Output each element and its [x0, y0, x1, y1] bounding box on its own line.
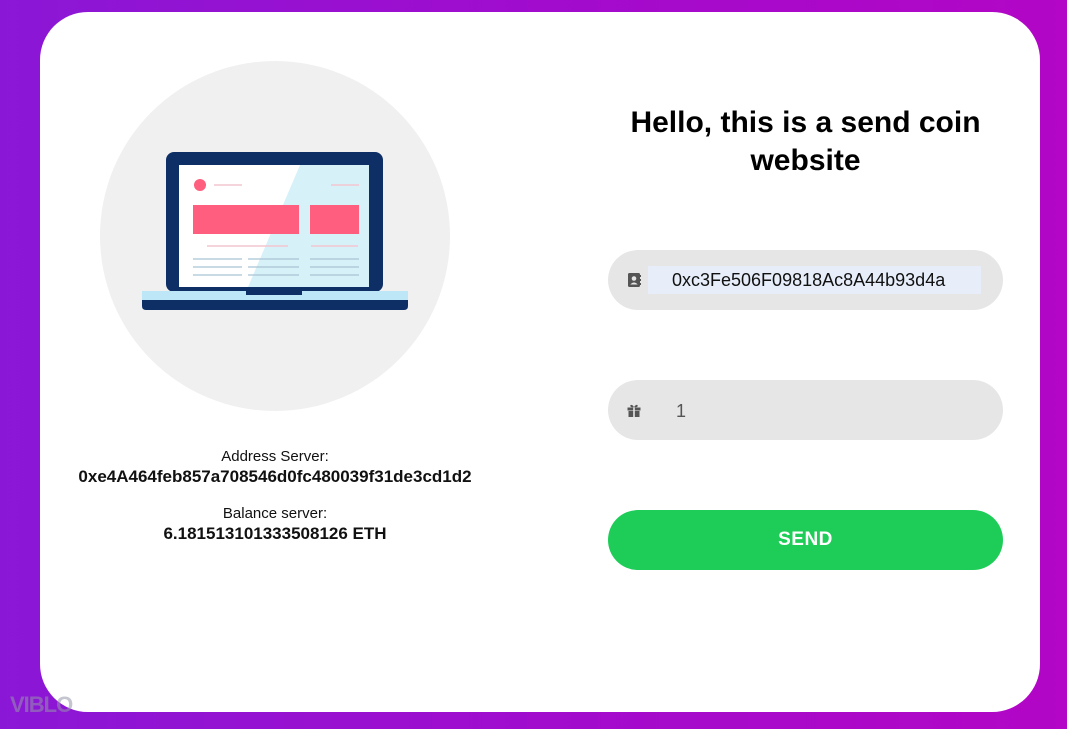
recipient-address-field[interactable]	[608, 250, 1003, 310]
page-title: Hello, this is a send coin website	[630, 106, 981, 177]
recipient-address-input[interactable]	[648, 266, 981, 294]
amount-input[interactable]	[674, 396, 981, 426]
server-address-value: 0xe4A464feb857a708546d0fc480039f31de3cd1…	[78, 467, 472, 486]
gift-icon	[627, 404, 641, 417]
laptop-illustration	[100, 61, 450, 411]
send-button[interactable]: SEND	[608, 510, 1003, 570]
server-balance-value: 6.181513101333508126 ETH	[163, 524, 387, 543]
main-card: Address Server: 0xe4A464feb857a708546d0f…	[40, 12, 1040, 712]
amount-field[interactable]	[608, 380, 1003, 440]
address-book-icon	[628, 273, 641, 287]
laptop-icon	[142, 152, 408, 310]
server-balance-label: Balance server:	[222, 505, 328, 522]
server-address-label: Address Server:	[221, 448, 329, 465]
viblo-watermark: VIBLO	[10, 692, 73, 717]
server-balance-block: Balance server: 6.181513101333508126 ETH	[40, 505, 510, 545]
server-address-block: Address Server: 0xe4A464feb857a708546d0f…	[40, 448, 510, 488]
